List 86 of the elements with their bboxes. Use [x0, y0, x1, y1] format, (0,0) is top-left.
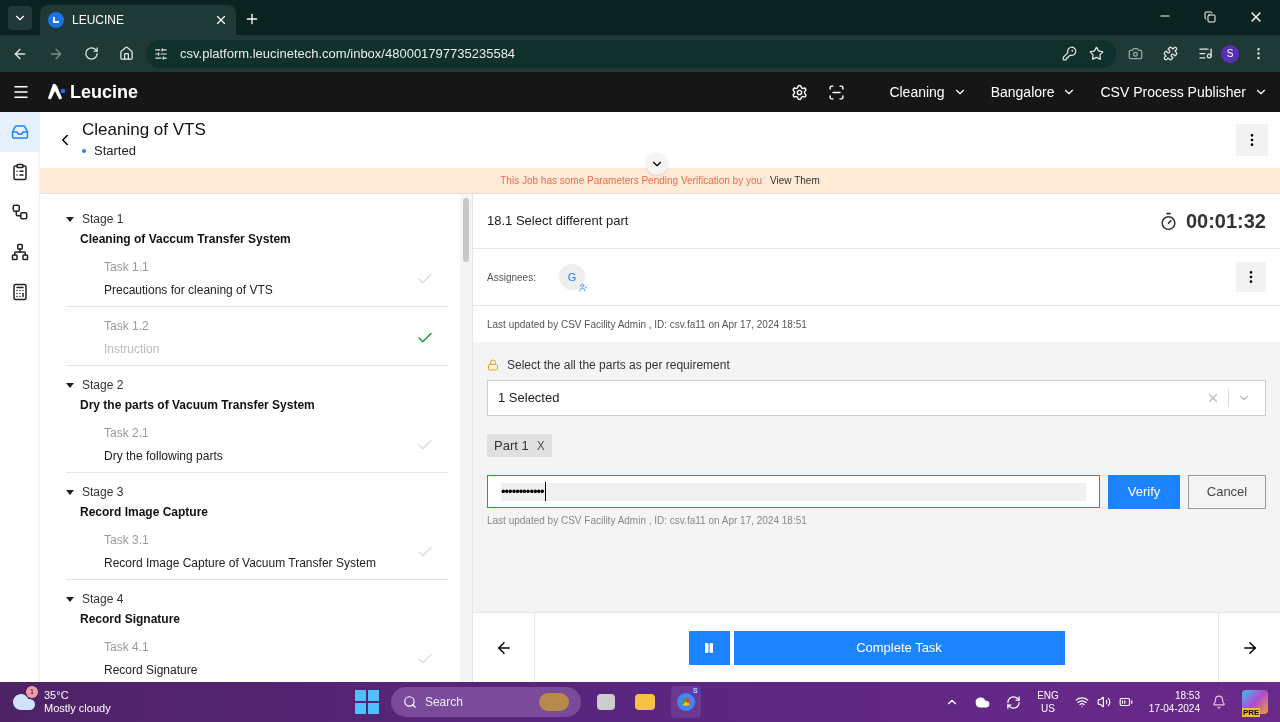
weather-badge: 1: [26, 686, 38, 698]
weather-widget[interactable]: 1 35°C Mostly cloudy: [12, 689, 111, 715]
task-title: 18.1 Select different part: [487, 212, 630, 231]
battery-icon[interactable]: [1118, 695, 1133, 709]
brand-name: Leucine: [70, 80, 139, 104]
user-check-icon: [579, 283, 588, 292]
pause-button[interactable]: [688, 630, 730, 665]
leucine-favicon-icon: [48, 12, 64, 28]
notifications-icon[interactable]: [1212, 695, 1226, 709]
volume-icon[interactable]: [1096, 695, 1111, 709]
new-tab-icon[interactable]: [244, 11, 260, 27]
url-text: csv.platform.leucinetech.com/inbox/480001797735235584: [180, 44, 517, 63]
leucine-logo-icon: [46, 83, 66, 101]
bookmark-star-icon[interactable]: [1089, 46, 1104, 61]
menu-icon[interactable]: [12, 83, 30, 101]
taskbar-search-field[interactable]: Search: [390, 687, 581, 717]
hierarchy-icon: [10, 243, 29, 261]
stage-label: Stage 2: [82, 377, 124, 394]
stage-label: Stage 1: [82, 211, 124, 228]
site-settings-icon[interactable]: [154, 46, 168, 61]
nav-dropdown[interactable]: Bangalore: [990, 81, 1077, 103]
nav-dropdown[interactable]: Cleaning: [889, 81, 967, 103]
folder-icon[interactable]: [634, 694, 655, 710]
workflow-icon: [10, 203, 29, 221]
task-item[interactable]: Task 1.1 Precautions for cleaning of VTS: [66, 248, 448, 307]
verify-button[interactable]: Verify: [1108, 475, 1180, 509]
language-indicator[interactable]: ENG US: [1037, 689, 1059, 715]
expand-button[interactable]: [646, 153, 668, 175]
cancel-button[interactable]: Cancel: [1188, 475, 1266, 509]
extensions-icon[interactable]: [1163, 46, 1178, 61]
task-item[interactable]: Task 3.1 Record Image Capture of Vacuum Transfer System: [66, 521, 448, 580]
stage-name: Record Image Capture: [80, 504, 210, 521]
nav-dropdown[interactable]: CSV Process Publisher: [1100, 81, 1268, 103]
checklist-icon: [10, 163, 29, 181]
task-timer: 00:01:32: [1185, 209, 1266, 234]
search-icon: [402, 695, 417, 709]
media-icon[interactable]: [1198, 46, 1213, 61]
key-icon[interactable]: [1062, 46, 1077, 61]
scrollbar-thumb[interactable]: [463, 198, 469, 262]
last-updated-text: Last updated by CSV Facility Admin , ID: csv.fa11 on Apr 17, 2024 18:51: [487, 317, 807, 332]
reload-icon[interactable]: [84, 46, 99, 61]
report-icon: [10, 283, 29, 301]
task-item[interactable]: Task 2.1 Dry the following parts: [66, 414, 448, 473]
inbox-icon: [10, 123, 29, 141]
timer-icon: [1158, 211, 1178, 231]
verification-password-field[interactable]: ••••••••••••: [487, 475, 1100, 508]
profile-avatar[interactable]: S: [1221, 44, 1239, 63]
job-title: Cleaning of VTS: [82, 119, 206, 142]
collapse-caret-icon[interactable]: [66, 596, 74, 602]
complete-task-button[interactable]: Complete Task: [733, 630, 1065, 665]
camera-icon[interactable]: [1128, 46, 1143, 61]
copilot-badge: PRE: [1242, 708, 1261, 717]
assignees-label: Assignees:: [487, 270, 537, 285]
browser-tab[interactable]: LEUCINE: [40, 5, 236, 35]
chip-label: Part 1: [494, 436, 529, 455]
parameter-label: Select the all the parts as per requirement: [507, 357, 730, 374]
job-status: Started: [94, 142, 136, 161]
task-view-icon[interactable]: [596, 694, 615, 710]
stage-name: Cleaning of Vaccum Transfer System: [80, 231, 292, 248]
last-updated-text: Last updated by CSV Facility Admin , ID: csv.fa11 on Apr 17, 2024 18:51: [487, 514, 808, 528]
collapse-caret-icon[interactable]: [66, 382, 74, 388]
clock[interactable]: 18:53 17-04-2024: [1148, 689, 1200, 715]
collapse-caret-icon[interactable]: [66, 216, 74, 222]
address-bar[interactable]: csv.platform.leucinetech.com/inbox/480001797735235584: [146, 39, 1116, 68]
copilot-icon[interactable]: PRE: [1242, 690, 1268, 714]
home-icon[interactable]: [119, 46, 134, 61]
restore-icon[interactable]: [1204, 11, 1216, 23]
stage-name: Dry the parts of Vacuum Transfer System: [80, 397, 316, 414]
cloud-icon[interactable]: [975, 694, 991, 710]
collapse-caret-icon[interactable]: [66, 489, 74, 495]
tab-title: LEUCINE: [72, 12, 125, 29]
pause-icon: [703, 641, 715, 654]
stage-name: Record Signature: [80, 611, 182, 628]
settings-icon[interactable]: [791, 83, 809, 101]
sync-icon[interactable]: [1006, 694, 1022, 710]
scan-icon[interactable]: [828, 83, 846, 101]
search-highlight-drawing: [538, 693, 569, 711]
banner-message: This Job has some Parameters Pending Verification by you: [500, 174, 763, 188]
close-icon[interactable]: [214, 13, 228, 27]
view-them-link[interactable]: View Them: [770, 173, 820, 188]
tab-list-button[interactable]: [8, 6, 32, 30]
chip-remove-button[interactable]: X: [536, 436, 545, 455]
stage-label: Stage 3: [82, 484, 124, 501]
stage-label: Stage 4: [82, 591, 124, 608]
windows-start-icon[interactable]: [354, 690, 379, 714]
wifi-icon[interactable]: [1074, 695, 1089, 709]
